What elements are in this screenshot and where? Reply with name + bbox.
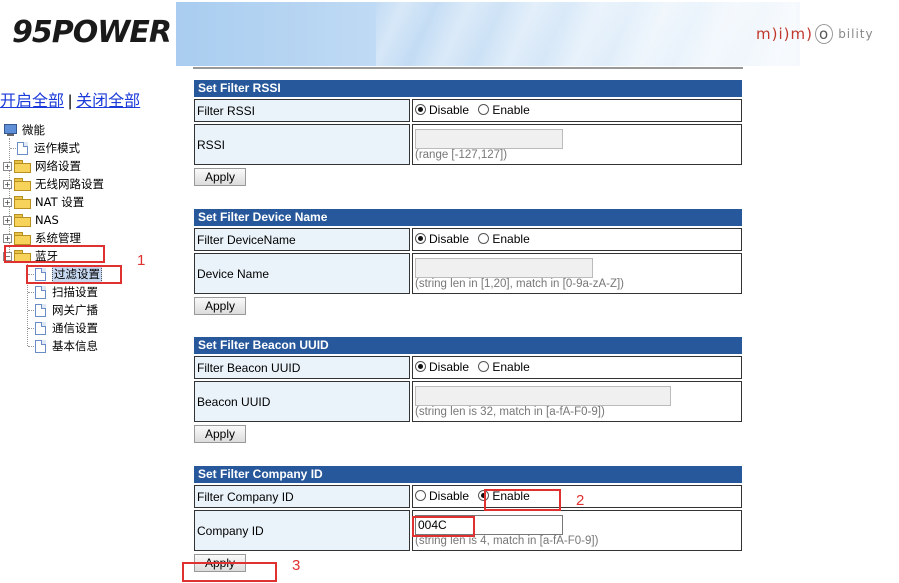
annotation-number-1: 1: [137, 252, 146, 269]
company-disable-radio[interactable]: Disable: [415, 489, 469, 503]
company-enable-radio[interactable]: Enable: [478, 489, 530, 503]
devname-enable-radio[interactable]: Enable: [478, 232, 530, 246]
folder-icon: [14, 160, 31, 173]
company-apply-button[interactable]: Apply: [194, 554, 247, 572]
company-id-input[interactable]: [415, 515, 563, 535]
company-id-hint: (string len is 4, match in [a-fA-F0-9]): [415, 535, 599, 547]
folder-open-icon: [14, 250, 31, 263]
folder-icon: [14, 214, 31, 227]
radio-selected-icon: [415, 104, 426, 116]
section-company-id: Set Filter Company ID Filter Company ID …: [194, 466, 742, 572]
computer-icon: [3, 123, 17, 137]
radio-icon: [478, 233, 490, 245]
tree-item-comm-settings[interactable]: 通信设置: [35, 319, 98, 337]
expand-icon[interactable]: +: [3, 197, 12, 207]
devname-disable-radio[interactable]: Disable: [415, 232, 469, 246]
tree-item-network[interactable]: + 网络设置: [3, 157, 81, 175]
radio-icon: [415, 490, 426, 502]
annotation-number-3: 3: [292, 557, 301, 574]
filter-devicename-label: Filter DeviceName: [194, 228, 410, 251]
uuid-disable-radio[interactable]: Disable: [415, 360, 469, 374]
section-title: Set Filter Beacon UUID: [194, 337, 742, 354]
link-separator: |: [68, 93, 73, 110]
tree-item-filter-settings[interactable]: 过滤设置: [35, 265, 102, 283]
radio-icon: [478, 104, 490, 116]
expand-icon[interactable]: +: [3, 233, 12, 243]
page-icon: [17, 141, 28, 155]
mimobility-logo: m) i) m) o bility: [756, 24, 874, 44]
tree-item-wireless[interactable]: + 无线网路设置: [3, 175, 104, 193]
radio-selected-icon: [478, 490, 490, 502]
section-title: Set Filter Device Name: [194, 209, 742, 226]
section-title: Set Filter RSSI: [194, 80, 742, 97]
logo-95power: 95POWER: [6, 6, 172, 58]
expand-icon[interactable]: +: [3, 161, 12, 171]
tree-item-basic-info[interactable]: 基本信息: [35, 337, 98, 355]
content-top-divider: [193, 67, 743, 69]
device-name-label: Device Name: [194, 253, 410, 294]
beacon-uuid-hint: (string len is 32, match in [a-fA-F0-9]): [415, 406, 605, 418]
radio-selected-icon: [415, 233, 426, 245]
tree-item-scan-settings[interactable]: 扫描设置: [35, 283, 98, 301]
rssi-input[interactable]: [415, 129, 563, 149]
section-rssi: Set Filter RSSI Filter RSSI Disable Enab…: [194, 80, 742, 186]
filter-rssi-label: Filter RSSI: [194, 99, 410, 122]
page-icon: [35, 303, 46, 317]
close-all-link[interactable]: 关闭全部: [76, 93, 140, 110]
device-name-input[interactable]: [415, 258, 593, 278]
expand-icon[interactable]: +: [3, 179, 12, 189]
tree-item-nas[interactable]: + NAS: [3, 211, 59, 229]
page-icon: [35, 285, 46, 299]
collapse-icon[interactable]: −: [3, 251, 12, 261]
logo-text: 95POWER: [12, 14, 172, 50]
device-name-hint: (string len in [1,20], match in [0-9a-zA…: [415, 278, 624, 290]
beacon-uuid-input[interactable]: [415, 386, 671, 406]
section-device-name: Set Filter Device Name Filter DeviceName…: [194, 209, 742, 315]
header-banner: [176, 2, 800, 66]
page-icon: [35, 267, 46, 281]
tree-item-system[interactable]: + 系统管理: [3, 229, 81, 247]
page-icon: [35, 321, 46, 335]
rssi-apply-button[interactable]: Apply: [194, 168, 247, 186]
tree-toggle-links: 开启全部 | 关闭全部: [0, 87, 140, 111]
tree-item-nat[interactable]: + NAT 设置: [3, 193, 84, 211]
annotation-number-2: 2: [576, 492, 585, 509]
radio-selected-icon: [415, 361, 426, 373]
uuid-enable-radio[interactable]: Enable: [478, 360, 530, 374]
section-beacon-uuid: Set Filter Beacon UUID Filter Beacon UUI…: [194, 337, 742, 443]
filter-beacon-uuid-label: Filter Beacon UUID: [194, 356, 410, 379]
open-all-link[interactable]: 开启全部: [0, 93, 64, 110]
section-title: Set Filter Company ID: [194, 466, 742, 483]
tree-item-bluetooth[interactable]: − 蓝牙: [3, 247, 58, 265]
rssi-disable-radio[interactable]: Disable: [415, 103, 469, 117]
uuid-apply-button[interactable]: Apply: [194, 425, 247, 443]
folder-icon: [14, 196, 31, 209]
company-id-label: Company ID: [194, 510, 410, 551]
rssi-hint: (range [-127,127]): [415, 149, 508, 161]
folder-icon: [14, 232, 31, 245]
tree-item-operation-mode[interactable]: 运作模式: [17, 139, 80, 157]
rssi-enable-radio[interactable]: Enable: [478, 103, 530, 117]
page-icon: [35, 339, 46, 353]
radio-icon: [478, 361, 490, 373]
folder-icon: [14, 178, 31, 191]
tree-item-gateway-broadcast[interactable]: 网关广播: [35, 301, 98, 319]
filter-company-id-label: Filter Company ID: [194, 485, 410, 508]
devname-apply-button[interactable]: Apply: [194, 297, 247, 315]
expand-icon[interactable]: +: [3, 215, 12, 225]
rssi-label: RSSI: [194, 124, 410, 165]
tree-root[interactable]: 微能: [3, 121, 45, 139]
beacon-uuid-label: Beacon UUID: [194, 381, 410, 422]
